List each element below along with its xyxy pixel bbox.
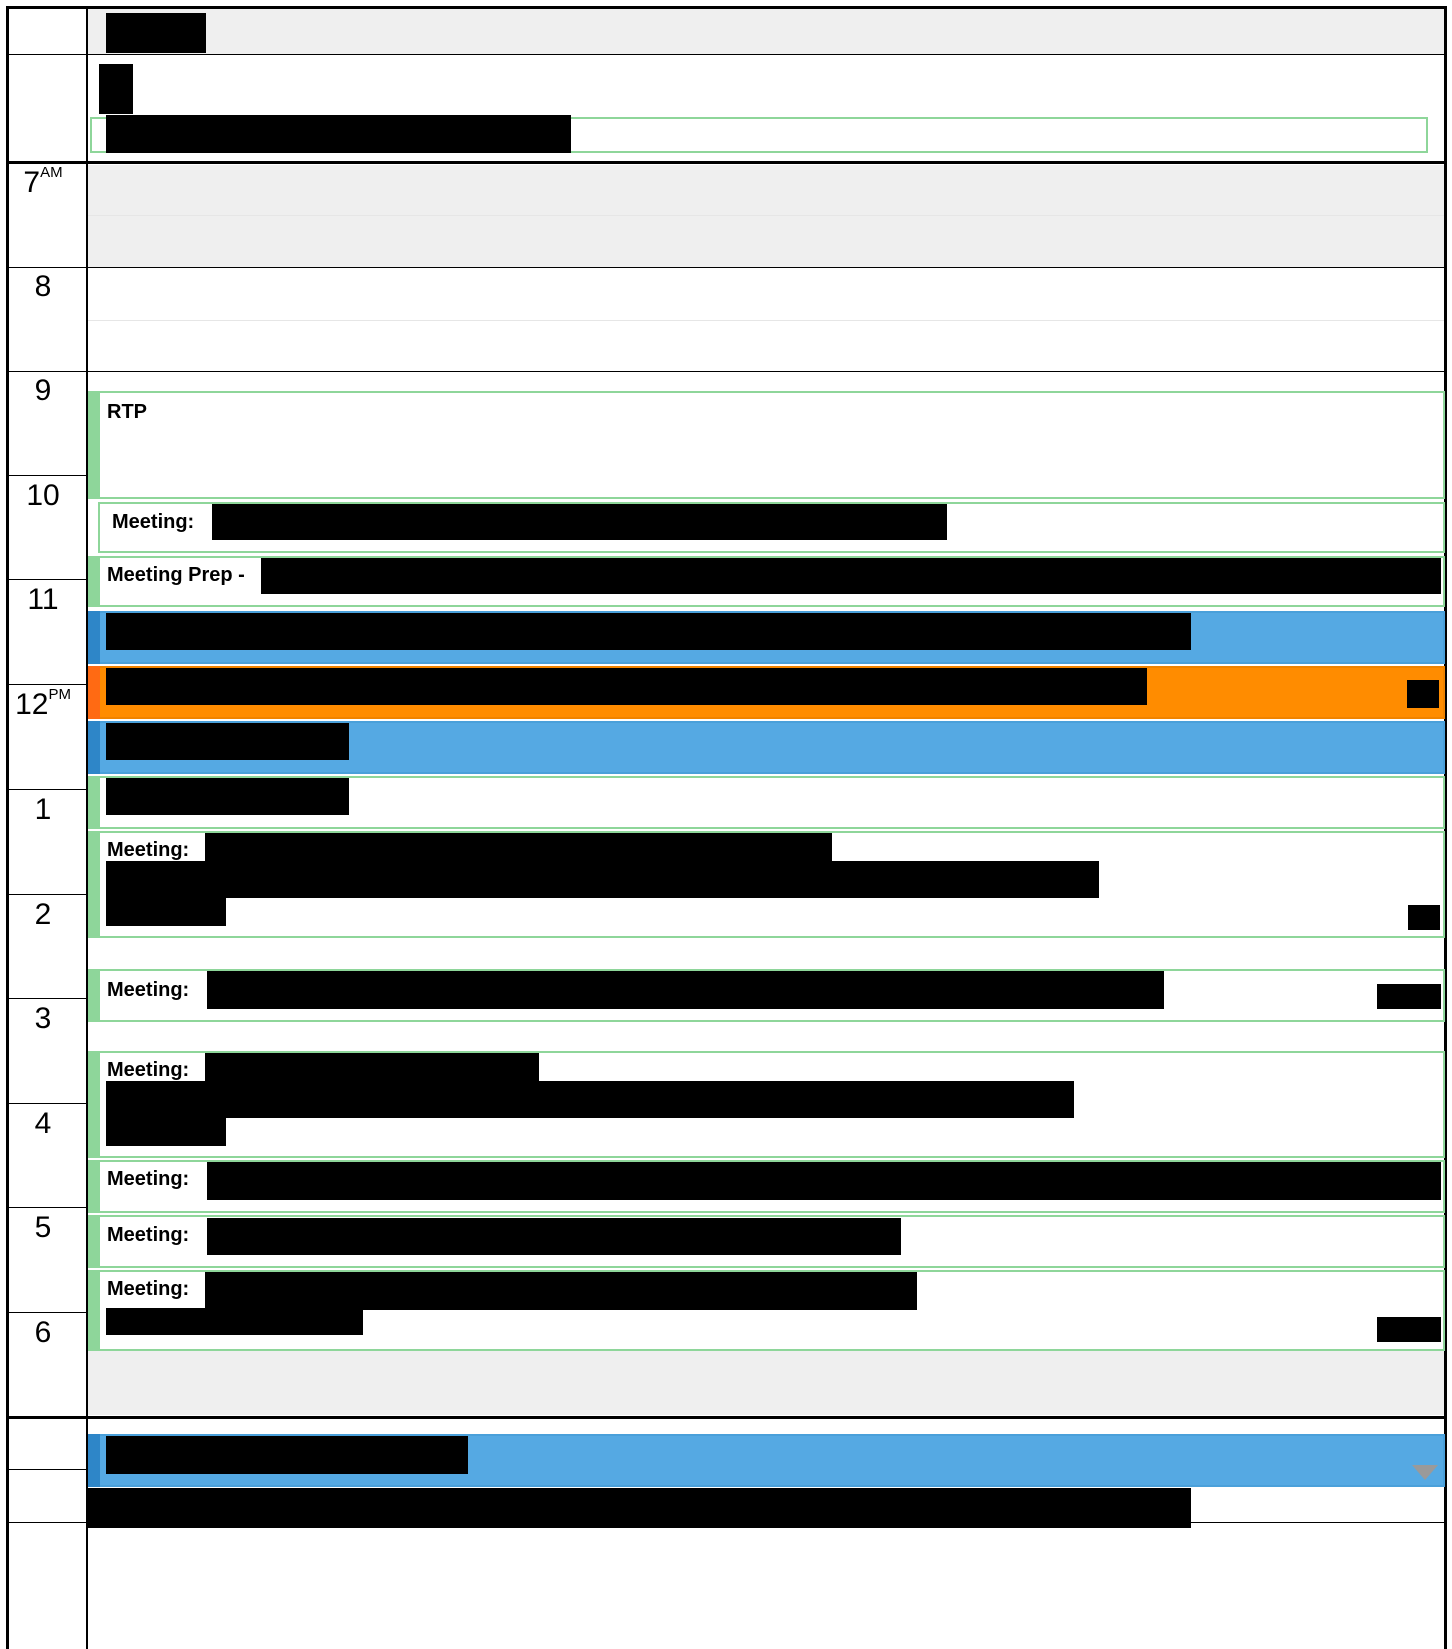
date-header-redacted: [106, 13, 206, 53]
event-title: Meeting:: [107, 979, 190, 1001]
event-meeting-4pm-b[interactable]: Meeting:: [88, 1215, 1445, 1268]
event-subject-redacted: [205, 1272, 917, 1310]
event-status-bar: [88, 831, 100, 938]
event-title: Meeting:: [107, 1059, 190, 1081]
event-subject-redacted: [106, 668, 1147, 705]
event-status-bar: [88, 1160, 100, 1213]
event-status-bar: [88, 1215, 100, 1268]
event-status-bar: [88, 721, 100, 774]
calendar-end-divider: [6, 1416, 1447, 1419]
event-subject-redacted: [106, 861, 1099, 898]
event-subject-redacted: [212, 504, 947, 540]
event-status-bar: [88, 1434, 100, 1487]
recurrence-icon: [1377, 1317, 1441, 1342]
event-meeting-10[interactable]: Meeting:: [98, 502, 1445, 553]
header-divider: [6, 54, 1447, 55]
event-subject-redacted: [207, 1218, 901, 1255]
event-subject-redacted: [106, 1436, 468, 1474]
event-rtp[interactable]: RTP: [88, 391, 1445, 499]
event-title: Meeting:: [107, 1278, 190, 1300]
half-hour-line: [88, 320, 1444, 321]
hour-label-8: 8: [34, 270, 52, 303]
event-status-bar: [88, 776, 100, 829]
hour-label-7: 7AM: [23, 164, 63, 199]
event-1230[interactable]: [88, 776, 1445, 829]
event-subject-redacted: [205, 833, 832, 863]
event-meeting-1pm[interactable]: Meeting:: [88, 831, 1445, 938]
event-status-bar: [88, 969, 100, 1022]
hour-label-10: 10: [26, 479, 60, 512]
event-subject-redacted: [207, 1162, 1441, 1200]
all-day-event[interactable]: [90, 115, 1428, 153]
event-status-bar: [88, 556, 100, 607]
hour-label-5: 5: [34, 1211, 52, 1244]
hour-label-12: 12PM: [15, 686, 71, 721]
event-status-bar: [88, 1051, 100, 1158]
event-meeting-2pm[interactable]: Meeting:: [88, 969, 1445, 1022]
hour-label-4: 4: [34, 1107, 52, 1140]
all-day-event-title-redacted: [106, 115, 571, 153]
event-title: Meeting:: [112, 511, 195, 533]
hour-label-1: 1: [34, 793, 52, 826]
allday-divider: [6, 161, 1447, 164]
event-blue-630[interactable]: [88, 1434, 1445, 1487]
event-subject-redacted: [261, 558, 1441, 594]
half-hour-line: [88, 215, 1444, 216]
event-status-bar: [88, 1270, 100, 1351]
footer-item-redacted: [88, 1488, 1191, 1528]
event-subject-redacted: [106, 1116, 226, 1146]
event-meeting-3pm[interactable]: Meeting:: [88, 1051, 1445, 1158]
event-status-bar: [88, 666, 100, 719]
event-title: Meeting:: [107, 1168, 190, 1190]
event-subject-redacted: [106, 1081, 1074, 1118]
hour-line: [6, 267, 1447, 268]
event-status-bar: [88, 391, 100, 499]
more-events-arrow-icon[interactable]: [1412, 1465, 1438, 1480]
event-meeting-5pm[interactable]: Meeting:: [88, 1270, 1445, 1351]
event-orange-1130[interactable]: [88, 666, 1445, 719]
event-subject-redacted: [106, 723, 349, 760]
event-title: Meeting:: [107, 1224, 190, 1246]
recurrence-icon: [1377, 984, 1441, 1009]
hour-label-6: 6: [34, 1316, 52, 1349]
event-title: Meeting:: [107, 839, 190, 861]
event-subject-redacted: [207, 971, 1164, 1009]
day-number-redacted: [99, 64, 133, 114]
hour-label-11: 11: [27, 583, 59, 616]
event-meeting-prep[interactable]: Meeting Prep -: [88, 556, 1445, 607]
event-subject-redacted: [106, 1308, 363, 1335]
event-blue-11[interactable]: [88, 611, 1445, 664]
event-blue-12[interactable]: [88, 721, 1445, 774]
recurrence-icon: [1407, 680, 1439, 708]
hour-label-9: 9: [34, 374, 52, 407]
event-subject-redacted: [205, 1053, 539, 1083]
recurrence-icon: [1408, 905, 1440, 930]
event-subject-redacted: [106, 896, 226, 926]
hour-label-3: 3: [34, 1002, 52, 1035]
event-meeting-4pm-a[interactable]: Meeting:: [88, 1160, 1445, 1213]
hour-label-2: 2: [34, 898, 52, 931]
event-subject-redacted: [106, 613, 1191, 650]
event-status-bar: [88, 611, 100, 664]
hour-line: [6, 371, 1447, 372]
event-title: Meeting Prep -: [107, 564, 245, 586]
event-subject-redacted: [106, 778, 349, 815]
event-title: RTP: [107, 401, 147, 423]
